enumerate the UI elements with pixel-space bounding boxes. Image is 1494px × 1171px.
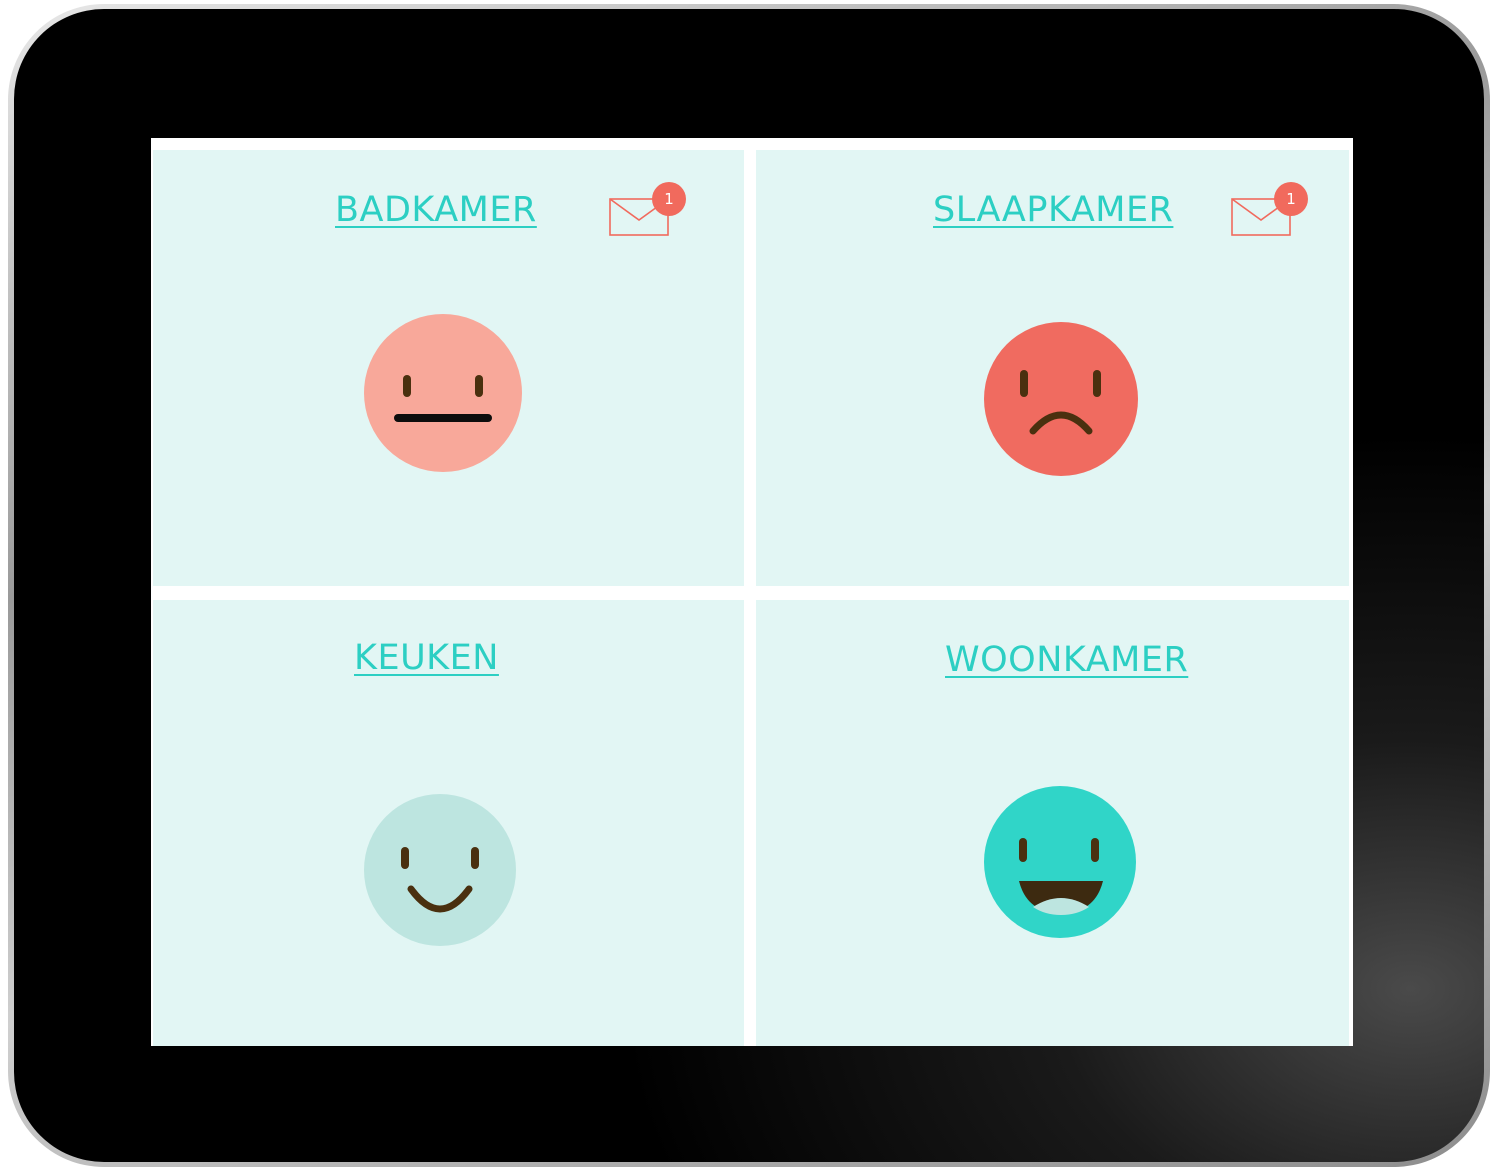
room-title-slaapkamer[interactable]: SLAAPKAMER [933, 190, 1173, 230]
notification-badge: 1 [1274, 182, 1308, 216]
room-title-keuken[interactable]: KEUKEN [354, 638, 499, 678]
sad-face-icon[interactable] [983, 321, 1139, 477]
slaapkamer-mail-button[interactable]: 1 [1231, 182, 1311, 246]
neutral-face-icon[interactable] [363, 313, 523, 473]
smile-face-icon[interactable] [363, 793, 517, 947]
tablet-screen: BADKAMER SLAAPKAMER KEUKEN WOONKAMER 1 1 [151, 138, 1353, 1046]
notification-badge: 1 [652, 182, 686, 216]
room-title-badkamer[interactable]: BADKAMER [335, 190, 537, 230]
badkamer-mail-button[interactable]: 1 [609, 182, 689, 246]
happy-face-icon[interactable] [983, 785, 1137, 939]
room-title-woonkamer[interactable]: WOONKAMER [945, 640, 1188, 680]
